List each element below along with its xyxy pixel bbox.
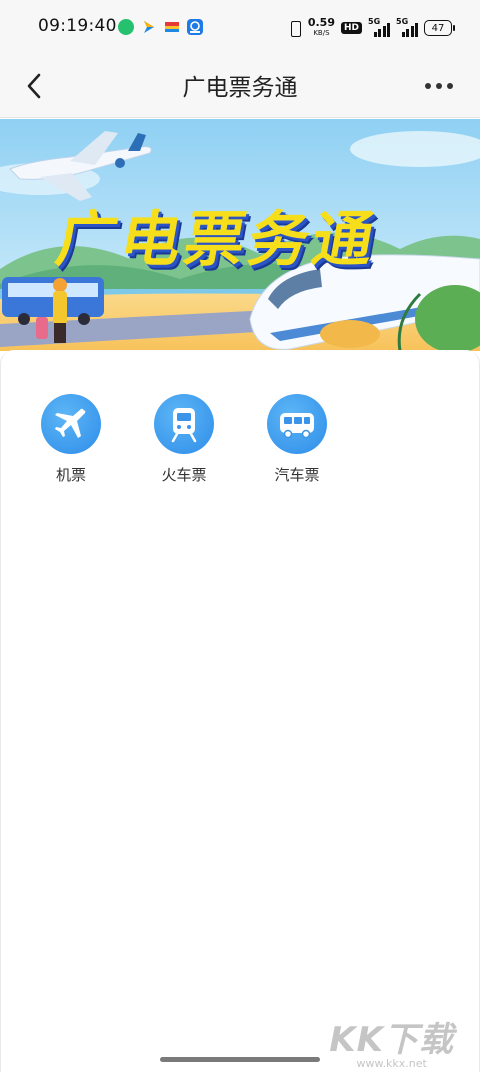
signal-5g-icon: 5G bbox=[368, 17, 390, 37]
flight-ticket-button[interactable]: 机票 bbox=[31, 394, 111, 485]
wechat-notification-icon bbox=[118, 19, 134, 35]
bus-ticket-button[interactable]: 汽车票 bbox=[257, 394, 337, 485]
bus-icon bbox=[267, 394, 327, 454]
arrow-app-notification-icon bbox=[141, 19, 157, 35]
page-title: 广电票务通 bbox=[182, 75, 298, 101]
train-ticket-label: 火车票 bbox=[161, 466, 207, 484]
flight-ticket-label: 机票 bbox=[55, 466, 86, 484]
blue-app-notification-icon bbox=[187, 19, 203, 35]
banner-title: 广电票务通 bbox=[50, 205, 384, 275]
watermark: KK下载 www.kkx.net bbox=[329, 1012, 454, 1070]
more-horizontal-icon bbox=[425, 83, 431, 89]
status-time: 09:19:40 bbox=[38, 16, 117, 36]
hd-icon: HD bbox=[340, 22, 362, 34]
signal-5g-icon: 5G bbox=[396, 17, 418, 37]
network-speed-value: 0.59 bbox=[307, 16, 335, 29]
battery-icon: 47 bbox=[424, 20, 455, 36]
vibrate-icon bbox=[288, 20, 302, 37]
airplane-icon bbox=[41, 394, 101, 454]
status-bar: 09:19:40 0.59 KB/S HD 5G 5G 47 bbox=[0, 0, 480, 56]
card-app-notification-icon bbox=[164, 19, 180, 35]
home-indicator[interactable] bbox=[160, 1057, 320, 1062]
content-card: 机票 火车票 汽车票 bbox=[0, 350, 480, 1072]
watermark-logo: KK下载 bbox=[329, 1020, 454, 1060]
network-speed-unit: KB/S bbox=[313, 29, 330, 37]
banner[interactable]: 广电票务通 bbox=[0, 119, 480, 351]
network-speed: 0.59 KB/S bbox=[307, 16, 335, 38]
more-options-button[interactable] bbox=[416, 64, 462, 108]
status-indicators: 0.59 KB/S HD 5G 5G 47 bbox=[288, 14, 455, 42]
train-ticket-button[interactable]: 火车票 bbox=[144, 394, 224, 485]
train-icon bbox=[154, 394, 214, 454]
bus-ticket-label: 汽车票 bbox=[274, 466, 320, 484]
nav-bar: 广电票务通 bbox=[0, 56, 480, 118]
